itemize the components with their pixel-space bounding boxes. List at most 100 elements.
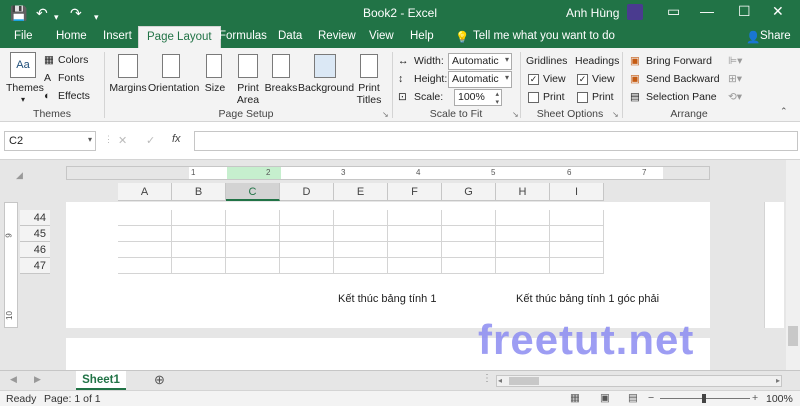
cell-i47[interactable] [550,258,604,274]
collapse-ribbon-icon[interactable]: ⌃ [780,106,788,117]
cell-e44[interactable] [334,210,388,226]
page-setup-launcher-icon[interactable]: ↘ [382,110,389,119]
column-header-h[interactable]: H [496,183,550,201]
footer-center[interactable]: Kết thúc bảng tính 1 [338,293,436,305]
cell-a46[interactable] [118,242,172,258]
height-select[interactable]: Automatic ▾ [448,71,512,88]
column-header-d[interactable]: D [280,183,334,201]
tab-home[interactable]: Home [56,30,87,42]
rotate-icon[interactable]: ⟲▾ [728,91,742,103]
colors-button[interactable]: Colors [58,54,88,66]
cell-a45[interactable] [118,226,172,242]
column-header-i[interactable]: I [550,183,604,201]
share-icon[interactable]: 👤 [746,30,760,44]
cell-d45[interactable] [280,226,334,242]
tab-review[interactable]: Review [318,30,356,42]
scale-to-fit-launcher-icon[interactable]: ↘ [512,110,519,119]
tab-help[interactable]: Help [410,30,434,42]
cell-h47[interactable] [496,258,550,274]
print-area-button[interactable]: Print Area [232,82,264,106]
zoom-slider-handle[interactable] [702,394,706,403]
cell-c45[interactable] [226,226,280,242]
cell-i44[interactable] [550,210,604,226]
cell-c46[interactable] [226,242,280,258]
cell-g47[interactable] [442,258,496,274]
row-header-45[interactable]: 45 [20,226,50,242]
zoom-level[interactable]: 100% [766,393,793,405]
column-header-c[interactable]: C [226,183,280,201]
add-sheet-icon[interactable]: ⊕ [154,372,165,388]
headings-print-checkbox[interactable] [577,92,588,103]
sheet-tab-sheet1[interactable]: Sheet1 [76,371,126,390]
cancel-icon[interactable]: ✕ [118,134,127,147]
gridlines-view-checkbox[interactable]: ✓ [528,74,539,85]
enter-icon[interactable]: ✓ [146,134,155,147]
size-icon[interactable] [206,54,222,78]
cell-f46[interactable] [388,242,442,258]
zoom-out-icon[interactable]: − [648,392,654,404]
cell-e46[interactable] [334,242,388,258]
maximize-icon[interactable]: ☐ [738,3,751,20]
margins-icon[interactable] [118,54,138,78]
print-area-icon[interactable] [238,54,258,78]
scroll-tabs-left-icon[interactable]: ◀ [10,374,17,385]
scale-stepper[interactable]: 100% ▴ ▾ [454,89,502,106]
page-break-view-icon[interactable]: ▤ [628,392,638,404]
select-all-icon[interactable]: ◢ [16,170,23,181]
cell-a44[interactable] [118,210,172,226]
cell-d47[interactable] [280,258,334,274]
column-header-g[interactable]: G [442,183,496,201]
scroll-left-icon[interactable]: ◂ [498,376,502,385]
selection-pane-button[interactable]: Selection Pane [646,91,717,103]
scroll-right-icon[interactable]: ▸ [776,376,780,385]
row-header-44[interactable]: 44 [20,210,50,226]
cell-f44[interactable] [388,210,442,226]
tab-formulas[interactable]: Formulas [219,30,267,42]
cell-e45[interactable] [334,226,388,242]
scroll-thumb[interactable] [788,326,798,346]
cell-g44[interactable] [442,210,496,226]
scroll-thumb[interactable] [509,377,539,385]
zoom-in-icon[interactable]: + [752,392,758,404]
tab-page-layout[interactable]: Page Layout [138,26,221,48]
send-backward-button[interactable]: Send Backward [646,73,720,85]
tab-file[interactable]: File [14,30,33,42]
background-icon[interactable] [314,54,336,78]
user-name[interactable]: Anh Hùng [566,6,619,20]
background-button[interactable]: Background [298,82,354,94]
row-header-47[interactable]: 47 [20,258,50,274]
cell-b47[interactable] [172,258,226,274]
cell-h45[interactable] [496,226,550,242]
close-icon[interactable]: ✕ [772,3,784,20]
cell-b44[interactable] [172,210,226,226]
headings-view-checkbox[interactable]: ✓ [577,74,588,85]
size-button[interactable]: Size [200,82,230,94]
print-titles-button[interactable]: Print Titles [354,82,384,106]
cell-g45[interactable] [442,226,496,242]
cell-h44[interactable] [496,210,550,226]
normal-view-icon[interactable]: ▦ [570,392,580,404]
cell-f45[interactable] [388,226,442,242]
scroll-tabs-right-icon[interactable]: ▶ [34,374,41,385]
ribbon-display-icon[interactable]: ▭ [667,3,680,20]
print-titles-icon[interactable] [360,54,378,78]
orientation-icon[interactable] [162,54,180,78]
column-header-f[interactable]: F [388,183,442,201]
themes-icon[interactable]: Aa [10,52,36,78]
cell-e47[interactable] [334,258,388,274]
cell-b45[interactable] [172,226,226,242]
bring-forward-button[interactable]: Bring Forward [646,55,712,67]
group-objects-icon[interactable]: ⊞▾ [728,73,742,85]
avatar[interactable] [627,4,643,20]
vertical-scrollbar[interactable] [786,160,800,370]
cell-d46[interactable] [280,242,334,258]
cell-i45[interactable] [550,226,604,242]
tab-insert[interactable]: Insert [103,30,132,42]
tab-view[interactable]: View [369,30,394,42]
margins-button[interactable]: Margins [108,82,148,94]
share-button[interactable]: Share [760,30,791,42]
orientation-button[interactable]: Orientation [148,82,199,94]
effects-button[interactable]: Effects [58,90,90,102]
cell-c44[interactable] [226,210,280,226]
cell-g46[interactable] [442,242,496,258]
